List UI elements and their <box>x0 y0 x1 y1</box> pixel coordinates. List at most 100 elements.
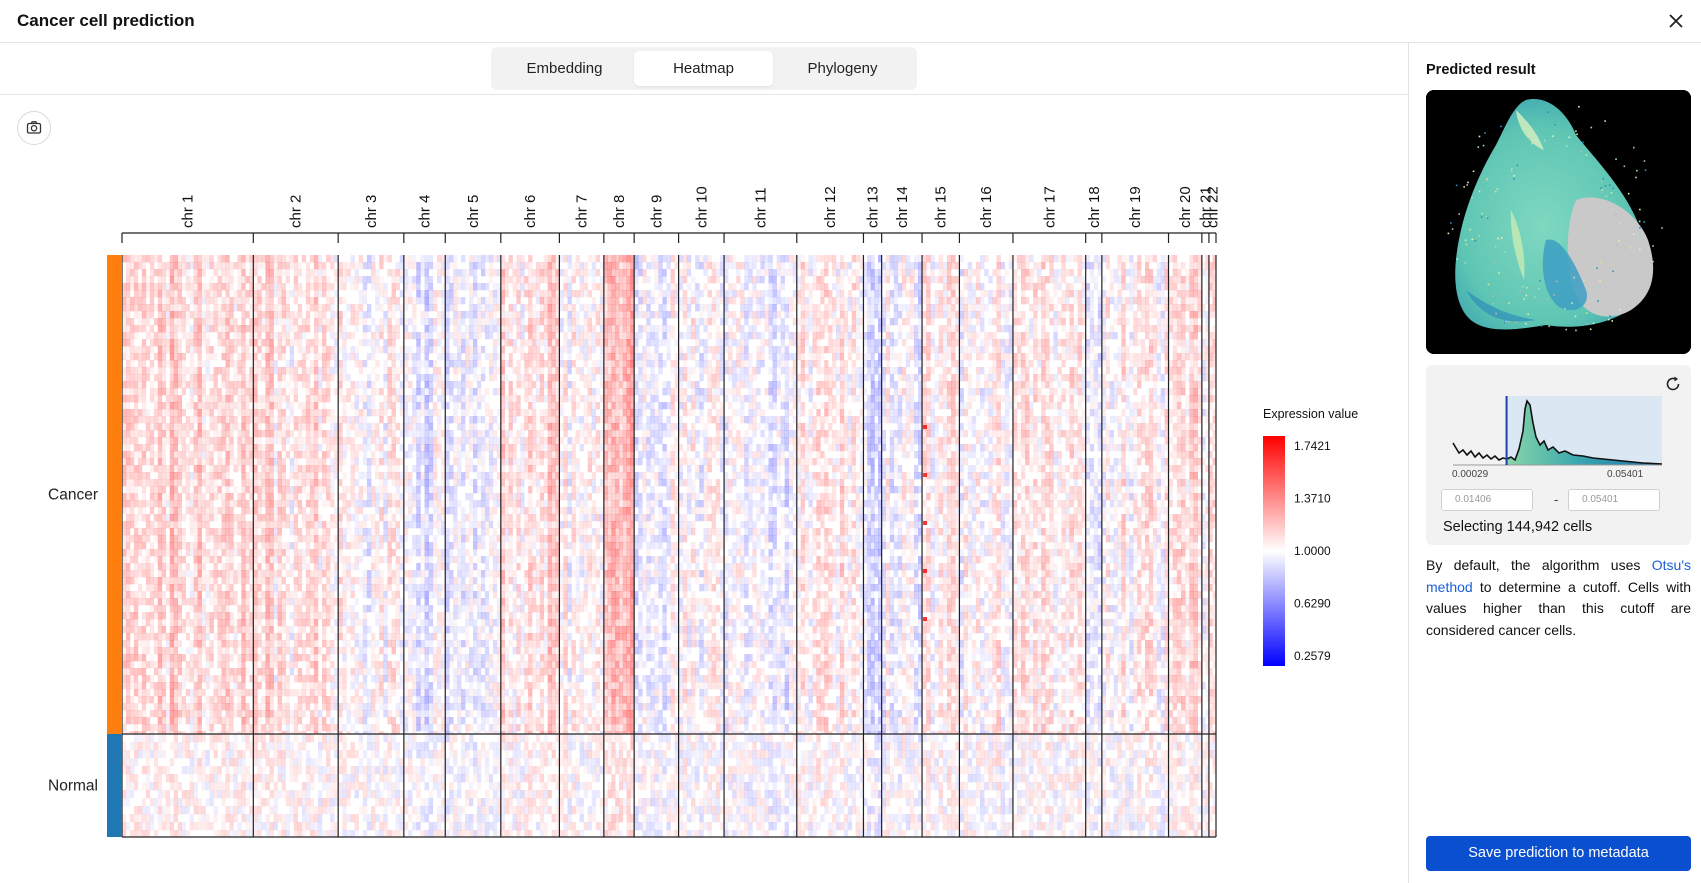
heatmap-cell <box>371 733 376 743</box>
heatmap-cell <box>407 668 413 676</box>
heatmap-cell <box>133 724 139 732</box>
heatmap-cell <box>375 675 380 683</box>
heatmap-cell <box>289 472 295 480</box>
heatmap-cell <box>346 262 351 270</box>
heatmap-cell <box>193 297 198 305</box>
heatmap-cell <box>403 528 409 536</box>
heatmap-cell <box>193 584 198 592</box>
heatmap-cell <box>225 805 230 815</box>
heatmap-cell <box>221 423 226 431</box>
heatmap-cell <box>412 570 417 578</box>
heatmap-cell <box>193 570 198 578</box>
heatmap-cell <box>403 465 409 473</box>
heatmap-cell <box>281 563 286 571</box>
heatmap-cell <box>137 805 143 815</box>
heatmap-cell <box>217 416 222 424</box>
heatmap-cell <box>403 661 409 669</box>
heatmap-cell <box>125 416 131 424</box>
heatmap-cell <box>233 262 238 270</box>
heatmap-cell <box>412 353 417 361</box>
heatmap-cell <box>137 741 143 751</box>
heatmap-cell <box>326 353 331 361</box>
heatmap-cell <box>201 269 206 277</box>
heatmap-cell <box>205 626 210 634</box>
heatmap-cell <box>358 584 364 592</box>
heatmap-cell <box>301 789 307 799</box>
heatmap-cell <box>338 797 343 807</box>
heatmap-cell <box>221 654 226 662</box>
heatmap-cell <box>354 528 359 536</box>
heatmap-cell <box>424 733 429 743</box>
heatmap-cell <box>165 332 171 340</box>
close-button[interactable] <box>1665 10 1687 32</box>
heatmap-cell <box>391 402 396 410</box>
heatmap-cell <box>428 577 434 585</box>
heatmap-cell <box>330 682 335 690</box>
heatmap-cell <box>141 339 147 347</box>
heatmap-cell <box>241 654 246 662</box>
heatmap-cell <box>141 717 147 725</box>
heatmap-cell <box>269 612 274 620</box>
heatmap-cell <box>133 703 139 711</box>
heatmap-cell <box>322 773 327 783</box>
heatmap-cell <box>181 654 186 662</box>
heatmap-cell <box>145 346 151 354</box>
heatmap-cell <box>141 805 147 815</box>
heatmap-cell <box>213 304 218 312</box>
heatmap-cell <box>395 528 401 536</box>
heatmap-cell <box>157 290 163 298</box>
heatmap-cell <box>265 781 270 791</box>
heatmap-cell <box>317 444 323 452</box>
heatmap-cell <box>133 311 139 319</box>
heatmap-cell <box>273 724 278 732</box>
heatmap-cell <box>350 458 355 466</box>
heatmap-cell <box>358 486 364 494</box>
heatmap-cell <box>326 493 331 501</box>
heatmap-cell <box>277 696 282 704</box>
heatmap-cell <box>237 570 242 578</box>
heatmap-cell <box>289 765 295 775</box>
heatmap-cell <box>301 598 307 606</box>
heatmap-cell <box>281 521 286 529</box>
heatmap-cell <box>265 570 270 578</box>
heatmap-cell <box>269 507 274 515</box>
heatmap-cell <box>237 821 242 831</box>
heatmap-cell <box>237 360 242 368</box>
heatmap-cell <box>301 318 307 326</box>
heatmap-cell <box>330 612 335 620</box>
heatmap-cell <box>391 570 396 578</box>
heatmap-cell <box>391 724 396 732</box>
heatmap-cell <box>221 346 226 354</box>
heatmap-cell <box>379 332 384 340</box>
heatmap-cell <box>420 290 425 298</box>
heatmap-cell <box>161 598 167 606</box>
heatmap-cell <box>265 493 270 501</box>
heatmap-cell <box>133 598 139 606</box>
heatmap-cell <box>424 311 429 319</box>
heatmap-cell <box>342 507 347 515</box>
heatmap-cell <box>317 821 323 831</box>
heatmap-cell <box>305 549 311 557</box>
heatmap-cell <box>137 479 143 487</box>
heatmap-cell <box>354 654 359 662</box>
heatmap-cell <box>313 542 319 550</box>
heatmap-cell <box>177 339 182 347</box>
heatmap-cell <box>305 584 311 592</box>
heatmap-cell <box>193 304 198 312</box>
heatmap-cell <box>245 402 250 410</box>
heatmap-cell <box>261 710 266 718</box>
heatmap-cell <box>403 416 409 424</box>
heatmap-cell <box>213 430 218 438</box>
heatmap-cell <box>145 757 151 767</box>
heatmap-cell <box>375 430 380 438</box>
heatmap-cell <box>161 437 167 445</box>
heatmap-cell <box>193 696 198 704</box>
heatmap-cell <box>157 813 163 823</box>
heatmap-cell <box>221 813 226 823</box>
heatmap-cell <box>289 416 295 424</box>
heatmap-cell <box>193 598 198 606</box>
heatmap-cell <box>424 668 429 676</box>
heatmap-cell <box>221 749 226 759</box>
heatmap-cell <box>358 733 364 743</box>
heatmap-cell <box>217 773 222 783</box>
